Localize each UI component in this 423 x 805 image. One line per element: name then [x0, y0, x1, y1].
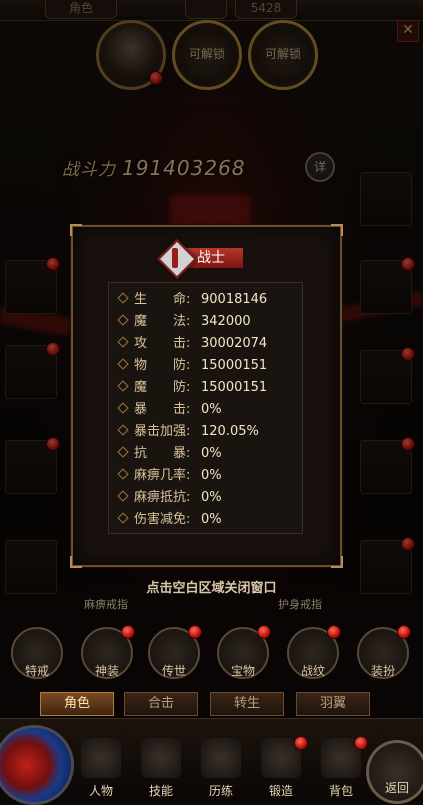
back-button[interactable]: 返回: [366, 740, 423, 804]
feature-button[interactable]: 神装: [81, 625, 135, 679]
ring-label-right: 护身戒指: [278, 598, 322, 611]
stat-row: 暴 击: 0%: [115, 400, 300, 420]
feature-button[interactable]: 传世: [148, 625, 202, 679]
stats-panel: 战士 生 命: 90018146 魔 法: 342000 攻 击: 30002074 …: [70, 224, 343, 568]
stat-row: 物 防: 15000151: [115, 356, 300, 376]
stats-box: 生 命: 90018146 魔 法: 342000 攻 击: 30002074 物 防…: [108, 282, 303, 534]
menu-character[interactable]: 人物: [76, 738, 126, 798]
character-icon: [81, 738, 121, 778]
menu-forge[interactable]: 锻造: [256, 736, 308, 798]
stat-row: 抗 暴: 0%: [115, 444, 300, 464]
tab-rebirth[interactable]: 转生: [210, 692, 284, 716]
stat-row: 麻痹几率: 0%: [115, 466, 300, 486]
feature-button[interactable]: 特戒: [11, 627, 63, 679]
stat-row: 伤害减免: 0%: [115, 510, 300, 530]
feature-button[interactable]: 装扮: [357, 625, 411, 679]
menu-skills[interactable]: 技能: [136, 738, 186, 798]
ring-label-left: 麻痹戒指: [84, 598, 128, 611]
panel-corner: [331, 224, 343, 236]
menu-bag[interactable]: 背包: [316, 736, 368, 798]
stat-row: 暴击加强: 120.05%: [115, 422, 300, 442]
panel-corner: [70, 556, 82, 568]
tab-role[interactable]: 角色: [40, 692, 114, 716]
tab-combo[interactable]: 合击: [124, 692, 198, 716]
menu-training[interactable]: 历练: [196, 738, 246, 798]
feature-button[interactable]: 宝物: [217, 625, 271, 679]
close-hint: 点击空白区域关闭窗口: [146, 581, 277, 596]
stat-row: 魔 法: 342000: [115, 312, 300, 332]
tab-wings[interactable]: 羽翼: [296, 692, 370, 716]
panel-corner: [331, 556, 343, 568]
skills-icon: [141, 738, 181, 778]
panel-corner: [70, 224, 82, 236]
feature-button[interactable]: 战纹: [287, 625, 341, 679]
stat-row: 魔 防: 15000151: [115, 378, 300, 398]
sword-blade: [172, 248, 178, 268]
training-icon: [201, 738, 241, 778]
class-badge: 战士: [157, 239, 245, 279]
stat-row: 麻痹抵抗: 0%: [115, 488, 300, 508]
stat-row: 攻 击: 30002074: [115, 334, 300, 354]
stat-row: 生 命: 90018146: [115, 290, 300, 310]
